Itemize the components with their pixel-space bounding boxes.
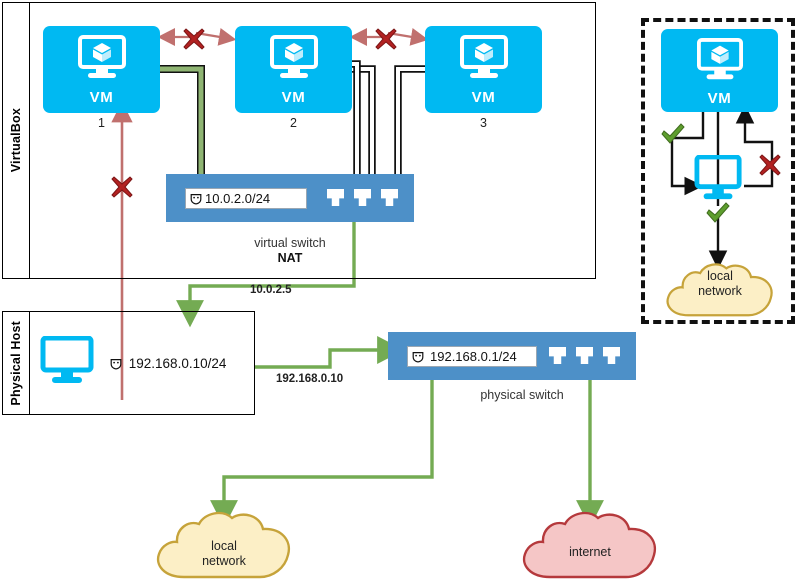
physical-switch[interactable]: 192.168.0.1/24 [388, 332, 636, 380]
cloud-local-network-label: local network [150, 539, 298, 569]
virtual-switch[interactable]: 10.0.2.0/24 [166, 174, 414, 222]
vm-node-2-label: VM [281, 89, 306, 106]
virtual-switch-caption: virtual switch NAT [210, 236, 370, 266]
cross-icon-host-to-vm1-blocked [109, 174, 135, 205]
vm-node-1-label: VM [89, 89, 114, 106]
detail-panel-vm-node[interactable]: VM [661, 29, 778, 112]
zone-physical-host-label-text: Physical Host [8, 320, 23, 406]
vm-node-3-label: VM [471, 89, 496, 106]
virtual-switch-ip-text: 10.0.2.0/24 [205, 191, 271, 206]
cloud-local-network-line2: network [202, 554, 246, 568]
vm-node-2[interactable]: VM [235, 26, 352, 113]
edge-label-nat-uplink: 10.0.2.5 [250, 284, 292, 296]
check-icon-outbound-allowed-host-to-lan [705, 201, 731, 230]
shield-icon [110, 358, 122, 370]
cloud-internet-label: internet [516, 545, 664, 560]
physical-switch-caption: physical switch [480, 388, 564, 402]
cross-icon-vm2-vm3-blocked [373, 26, 399, 57]
host-ip-label: 192.168.0.10/24 [110, 356, 226, 371]
vm-node-1[interactable]: VM [43, 26, 160, 113]
cross-icon-inbound-blocked-host-to-vm [757, 152, 783, 183]
virtual-switch-caption-line1: virtual switch [254, 236, 326, 250]
check-icon-outbound-allowed-vm-to-host [660, 122, 686, 151]
vm-node-2-caption: 2 [290, 116, 297, 130]
vm-node-1-caption: 1 [98, 116, 105, 130]
vm-node-3-caption: 3 [480, 116, 487, 130]
monitor-cube-icon [693, 38, 747, 89]
monitor-cube-icon [456, 35, 512, 88]
virtual-switch-caption-line2: NAT [277, 251, 303, 265]
diagram-canvas: VirtualBox Physical Host VM 1 VM 2 VM 3 … [0, 0, 803, 582]
zone-virtualbox-label: VirtualBox [2, 2, 30, 279]
vm-node-3[interactable]: VM [425, 26, 542, 113]
cloud-internet-line1: internet [569, 545, 611, 559]
zone-physical-host-label: Physical Host [2, 311, 30, 415]
shield-icon [412, 351, 424, 363]
cross-icon-vm1-vm2-blocked [181, 26, 207, 57]
monitor-cube-icon [266, 35, 322, 88]
detail-panel-cloud-label: local network [659, 269, 781, 299]
shield-icon [190, 193, 202, 205]
detail-panel-cloud-line1: local [707, 269, 733, 283]
physical-switch-ip-field: 192.168.0.1/24 [407, 346, 537, 367]
cloud-local-network-line1: local [211, 539, 237, 553]
detail-panel-vm-label: VM [707, 90, 732, 107]
physical-switch-ip-text: 192.168.0.1/24 [430, 349, 517, 364]
cloud-internet [516, 505, 664, 582]
monitor-cube-icon [74, 35, 130, 88]
zone-virtualbox-label-text: VirtualBox [8, 108, 23, 173]
edge-label-host-uplink: 192.168.0.10 [276, 373, 344, 385]
host-monitor-icon [40, 335, 96, 391]
virtual-switch-ip-field: 10.0.2.0/24 [185, 188, 307, 209]
host-ip-text: 192.168.0.10/24 [128, 356, 227, 371]
detail-panel-cloud-line2: network [698, 284, 742, 298]
